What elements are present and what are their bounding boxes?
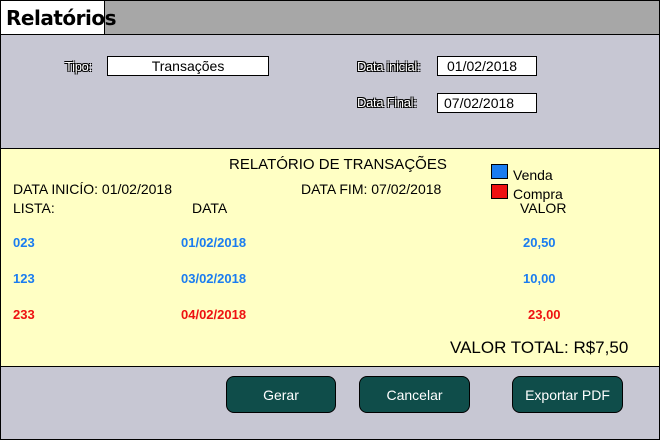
row-data: 03/02/2018 [181, 271, 247, 286]
legend-swatch-compra [491, 184, 508, 199]
row-data: 04/02/2018 [181, 307, 247, 322]
tipo-select[interactable]: Transações [107, 56, 269, 76]
cancelar-button[interactable]: Cancelar [359, 376, 470, 413]
report-end-date: DATA FIM: 07/02/2018 [301, 181, 442, 197]
column-header-lista: LISTA: [13, 200, 55, 216]
exportar-pdf-button[interactable]: Exportar PDF [512, 376, 623, 413]
row-valor: 10,00 [523, 271, 556, 286]
row-data: 01/02/2018 [181, 235, 247, 250]
gerar-button[interactable]: Gerar [226, 376, 336, 413]
legend-label-venda: Venda [513, 167, 553, 183]
tipo-label: Tipo: [65, 59, 92, 74]
window-title: Relatórios [1, 1, 116, 34]
row-valor: 20,50 [523, 235, 556, 250]
data-inicial-field[interactable]: 01/02/2018 [437, 56, 537, 76]
report-total: VALOR TOTAL: R$7,50 [450, 338, 629, 357]
report-panel: RELATÓRIO DE TRANSAÇÕES DATA INICÍO: 01/… [1, 148, 659, 367]
row-lista: 023 [13, 235, 35, 250]
data-inicial-label: Data inicial: [357, 59, 421, 74]
row-lista: 123 [13, 271, 35, 286]
report-start-date: DATA INICÍO: 01/02/2018 [13, 181, 173, 197]
legend-swatch-venda [491, 164, 508, 179]
row-lista: 233 [13, 307, 35, 322]
title-bar: Relatórios [1, 1, 659, 35]
row-valor: 23,00 [528, 307, 561, 322]
report-title: RELATÓRIO DE TRANSAÇÕES [229, 156, 447, 173]
reports-window: Relatórios Tipo: Transações Data inicial… [0, 0, 660, 440]
column-header-data: DATA [192, 200, 228, 216]
data-final-field[interactable]: 07/02/2018 [437, 93, 537, 113]
column-header-valor: VALOR [520, 200, 567, 216]
data-final-label: Data Final: [357, 95, 417, 110]
